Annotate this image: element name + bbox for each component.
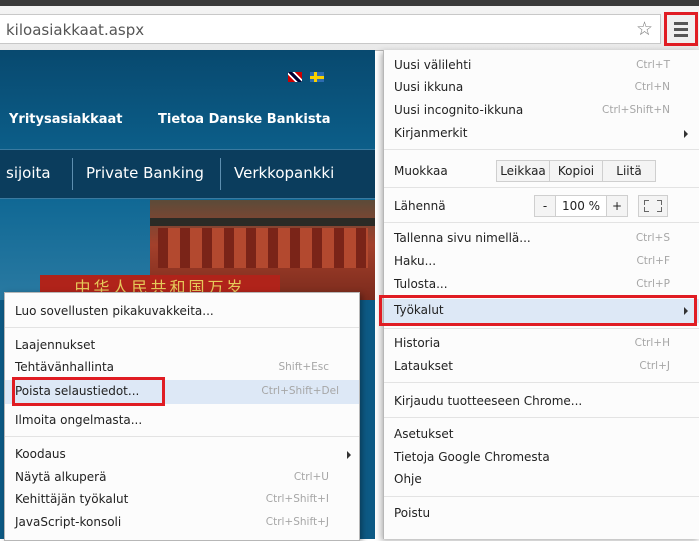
nav-item-private-banking[interactable]: Private Banking — [86, 164, 204, 182]
menu-item-about-chrome[interactable]: Tietoja Google Chromesta — [384, 447, 699, 469]
zoom-in-button[interactable]: + — [606, 195, 628, 217]
menu-item-new-tab[interactable]: Uusi välilehti Ctrl+T — [384, 55, 699, 77]
fullscreen-icon[interactable] — [638, 195, 668, 217]
highlight-box-clear-data — [12, 377, 165, 406]
nav-item-netbank[interactable]: Verkkopankki — [234, 164, 334, 182]
browser-toolbar: kiloasiakkaat.aspx ☆ — [0, 0, 699, 51]
language-flags — [288, 67, 332, 86]
menu-item-help[interactable]: Ohje — [384, 469, 699, 491]
top-link-about[interactable]: Tietoa Danske Bankista — [158, 112, 331, 127]
uk-flag-icon[interactable] — [288, 72, 302, 82]
menu-item-encoding[interactable]: Koodaus — [5, 444, 359, 466]
highlight-box-tools — [379, 295, 697, 326]
menu-item-view-source[interactable]: Näytä alkuperä Ctrl+U — [5, 467, 359, 489]
menu-item-extensions[interactable]: Laajennukset — [5, 335, 359, 357]
menu-item-downloads[interactable]: Lataukset Ctrl+J — [384, 356, 699, 378]
tools-submenu: Luo sovellusten pikakuvakkeita... Laajen… — [4, 292, 360, 541]
zoom-out-button[interactable]: - — [534, 195, 556, 217]
zoom-level: 100 % — [555, 195, 607, 217]
top-link-business[interactable]: Yritysasiakkaat — [9, 112, 123, 127]
menu-item-find[interactable]: Haku... Ctrl+F — [384, 251, 699, 273]
address-bar[interactable]: kiloasiakkaat.aspx ☆ — [0, 14, 661, 44]
hamburger-menu-icon — [674, 22, 688, 25]
menu-item-sign-in[interactable]: Kirjaudu tuotteeseen Chrome... — [384, 391, 699, 413]
submenu-arrow-icon — [684, 130, 688, 138]
sweden-flag-icon[interactable] — [310, 72, 324, 82]
menu-item-dev-tools[interactable]: Kehittäjän työkalut Ctrl+Shift+I — [5, 489, 359, 511]
copy-button[interactable]: Kopioi — [549, 160, 603, 182]
menu-item-create-shortcuts[interactable]: Luo sovellusten pikakuvakkeita... — [5, 301, 359, 323]
menu-item-report-issue[interactable]: Ilmoita ongelmasta... — [5, 410, 359, 432]
submenu-arrow-icon — [347, 451, 351, 459]
menu-item-exit[interactable]: Poistu — [384, 503, 699, 525]
cut-button[interactable]: Leikkaa — [496, 160, 550, 182]
menu-item-new-window[interactable]: Uusi ikkuna Ctrl+N — [384, 77, 699, 99]
nav-item-invest[interactable]: sijoita — [6, 164, 51, 182]
tab-strip-edge — [0, 0, 699, 6]
paste-button[interactable]: Liitä — [602, 160, 656, 182]
menu-item-bookmarks[interactable]: Kirjanmerkit — [384, 123, 699, 145]
chrome-menu-button[interactable] — [664, 12, 698, 46]
menu-item-history[interactable]: Historia Ctrl+H — [384, 333, 699, 355]
menu-item-js-console[interactable]: JavaScript-konsoli Ctrl+Shift+J — [5, 512, 359, 534]
menu-item-settings[interactable]: Asetukset — [384, 424, 699, 446]
site-navbar: sijoita Private Banking Verkkopankki — [0, 149, 375, 199]
menu-row-edit: Muokkaa Leikkaa Kopioi Liitä — [384, 158, 699, 184]
menu-item-save-page[interactable]: Tallenna sivu nimellä... Ctrl+S — [384, 228, 699, 250]
url-text[interactable]: kiloasiakkaat.aspx — [6, 21, 144, 39]
menu-item-print[interactable]: Tulosta... Ctrl+P — [384, 274, 699, 296]
bookmark-star-icon[interactable]: ☆ — [636, 18, 653, 40]
menu-row-zoom: Lähennä - 100 % + — [384, 193, 699, 219]
menu-item-new-incognito[interactable]: Uusi incognito-ikkuna Ctrl+Shift+N — [384, 100, 699, 122]
menu-item-task-manager[interactable]: Tehtävänhallinta Shift+Esc — [5, 357, 359, 379]
